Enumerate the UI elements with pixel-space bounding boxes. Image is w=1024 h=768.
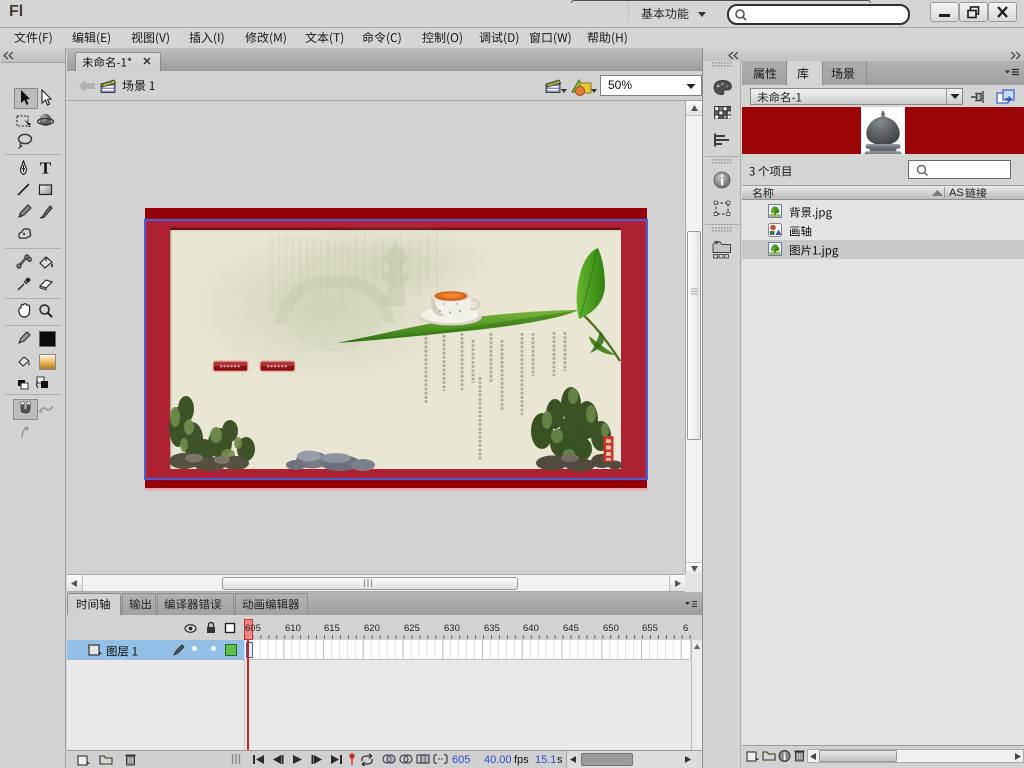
- svg-text:T: T: [40, 160, 52, 176]
